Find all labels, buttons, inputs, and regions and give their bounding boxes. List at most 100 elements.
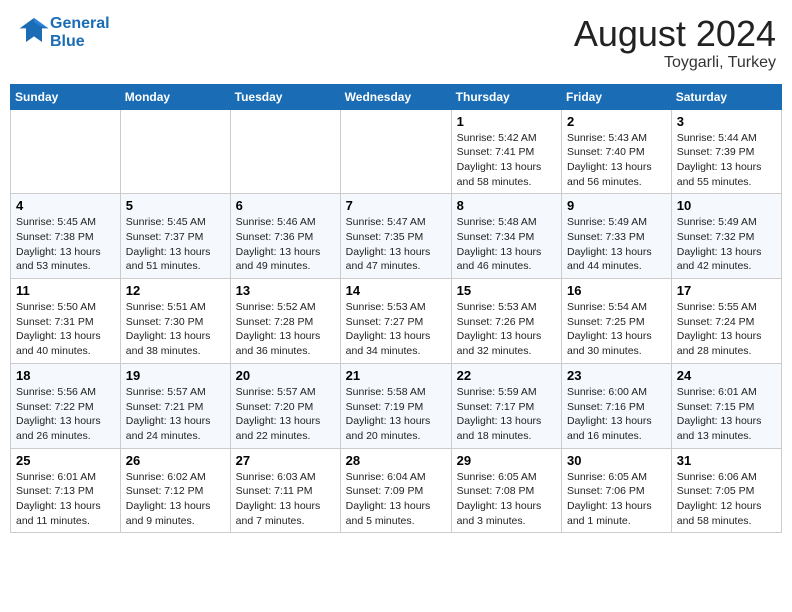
weekday-header: Wednesday — [340, 84, 451, 109]
day-info: Sunrise: 5:48 AM Sunset: 7:34 PM Dayligh… — [457, 215, 556, 274]
day-info: Sunrise: 5:49 AM Sunset: 7:33 PM Dayligh… — [567, 215, 666, 274]
weekday-header: Tuesday — [230, 84, 340, 109]
month-title: August 2024 — [574, 14, 776, 54]
calendar-cell: 31 Sunrise: 6:06 AM Sunset: 7:05 PM Dayli… — [671, 448, 781, 533]
logo-text-general: General — [50, 15, 110, 33]
day-info: Sunrise: 5:58 AM Sunset: 7:19 PM Dayligh… — [346, 385, 446, 444]
calendar-cell: 29Sunrise: 6:05 AM Sunset: 7:08 PM Dayli… — [451, 448, 561, 533]
day-info: Sunrise: 5:56 AM Sunset: 7:22 PM Dayligh… — [16, 385, 115, 444]
day-number: 12 — [126, 283, 225, 298]
day-number: 11 — [16, 283, 115, 298]
calendar-table: SundayMondayTuesdayWednesdayThursdayFrid… — [10, 84, 782, 534]
page-header: General Blue August 2024 Toygarli, Turke… — [10, 10, 782, 76]
calendar-week-row: 18 Sunrise: 5:56 AM Sunset: 7:22 PM Dayli… — [11, 363, 782, 448]
day-number: 7 — [346, 198, 446, 213]
day-info: Sunrise: 5:53 AM Sunset: 7:26 PM Dayligh… — [457, 300, 556, 359]
calendar-cell: 25 Sunrise: 6:01 AM Sunset: 7:13 PM Dayli… — [11, 448, 121, 533]
logo-icon — [18, 14, 50, 46]
day-number: 24 — [677, 368, 776, 383]
day-info: Sunrise: 5:50 AM Sunset: 7:31 PM Dayligh… — [16, 300, 115, 359]
day-info: Sunrise: 6:05 AM Sunset: 7:06 PM Dayligh… — [567, 470, 666, 529]
weekday-header: Friday — [562, 84, 672, 109]
day-info: Sunrise: 5:47 AM Sunset: 7:35 PM Dayligh… — [346, 215, 446, 274]
day-number: 9 — [567, 198, 666, 213]
day-number: 14 — [346, 283, 446, 298]
day-info: Sunrise: 6:01 AM Sunset: 7:13 PM Dayligh… — [16, 470, 115, 529]
day-number: 3 — [677, 114, 776, 129]
day-info: Sunrise: 5:51 AM Sunset: 7:30 PM Dayligh… — [126, 300, 225, 359]
logo: General Blue — [16, 14, 110, 51]
day-info: Sunrise: 5:44 AM Sunset: 7:39 PM Dayligh… — [677, 131, 776, 190]
calendar-cell: 12 Sunrise: 5:51 AM Sunset: 7:30 PM Dayli… — [120, 279, 230, 364]
day-info: Sunrise: 5:57 AM Sunset: 7:21 PM Dayligh… — [126, 385, 225, 444]
calendar-cell — [120, 109, 230, 194]
calendar-cell: 17 Sunrise: 5:55 AM Sunset: 7:24 PM Dayli… — [671, 279, 781, 364]
calendar-cell: 26Sunrise: 6:02 AM Sunset: 7:12 PM Dayli… — [120, 448, 230, 533]
day-info: Sunrise: 5:43 AM Sunset: 7:40 PM Dayligh… — [567, 131, 666, 190]
day-info: Sunrise: 5:45 AM Sunset: 7:37 PM Dayligh… — [126, 215, 225, 274]
day-number: 28 — [346, 453, 446, 468]
day-info: Sunrise: 5:55 AM Sunset: 7:24 PM Dayligh… — [677, 300, 776, 359]
day-info: Sunrise: 6:03 AM Sunset: 7:11 PM Dayligh… — [236, 470, 335, 529]
calendar-cell: 27 Sunrise: 6:03 AM Sunset: 7:11 PM Dayli… — [230, 448, 340, 533]
day-number: 10 — [677, 198, 776, 213]
day-info: Sunrise: 6:01 AM Sunset: 7:15 PM Dayligh… — [677, 385, 776, 444]
day-number: 31 — [677, 453, 776, 468]
weekday-header: Monday — [120, 84, 230, 109]
calendar-cell: 16 Sunrise: 5:54 AM Sunset: 7:25 PM Dayli… — [562, 279, 672, 364]
calendar-week-row: 25 Sunrise: 6:01 AM Sunset: 7:13 PM Dayli… — [11, 448, 782, 533]
day-number: 30 — [567, 453, 666, 468]
calendar-cell: 10Sunrise: 5:49 AM Sunset: 7:32 PM Dayli… — [671, 194, 781, 279]
day-info: Sunrise: 6:04 AM Sunset: 7:09 PM Dayligh… — [346, 470, 446, 529]
calendar-cell: 30 Sunrise: 6:05 AM Sunset: 7:06 PM Dayli… — [562, 448, 672, 533]
day-info: Sunrise: 5:59 AM Sunset: 7:17 PM Dayligh… — [457, 385, 556, 444]
calendar-cell: 4 Sunrise: 5:45 AM Sunset: 7:38 PM Daylig… — [11, 194, 121, 279]
calendar-week-row: 4 Sunrise: 5:45 AM Sunset: 7:38 PM Daylig… — [11, 194, 782, 279]
calendar-cell: 28 Sunrise: 6:04 AM Sunset: 7:09 PM Dayli… — [340, 448, 451, 533]
day-number: 1 — [457, 114, 556, 129]
day-info: Sunrise: 5:42 AM Sunset: 7:41 PM Dayligh… — [457, 131, 556, 190]
weekday-header: Saturday — [671, 84, 781, 109]
day-info: Sunrise: 6:00 AM Sunset: 7:16 PM Dayligh… — [567, 385, 666, 444]
calendar-cell — [340, 109, 451, 194]
day-number: 18 — [16, 368, 115, 383]
calendar-header-row: SundayMondayTuesdayWednesdayThursdayFrid… — [11, 84, 782, 109]
day-info: Sunrise: 6:06 AM Sunset: 7:05 PM Dayligh… — [677, 470, 776, 529]
day-number: 16 — [567, 283, 666, 298]
logo-text-blue: Blue — [50, 33, 110, 51]
day-info: Sunrise: 6:02 AM Sunset: 7:12 PM Dayligh… — [126, 470, 225, 529]
calendar-week-row: 1 Sunrise: 5:42 AM Sunset: 7:41 PM Daylig… — [11, 109, 782, 194]
day-info: Sunrise: 5:45 AM Sunset: 7:38 PM Dayligh… — [16, 215, 115, 274]
day-number: 4 — [16, 198, 115, 213]
day-number: 25 — [16, 453, 115, 468]
day-number: 13 — [236, 283, 335, 298]
calendar-cell: 3 Sunrise: 5:44 AM Sunset: 7:39 PM Daylig… — [671, 109, 781, 194]
location-title: Toygarli, Turkey — [574, 54, 776, 72]
calendar-cell — [230, 109, 340, 194]
calendar-cell: 13 Sunrise: 5:52 AM Sunset: 7:28 PM Dayli… — [230, 279, 340, 364]
calendar-cell: 21 Sunrise: 5:58 AM Sunset: 7:19 PM Dayli… — [340, 363, 451, 448]
day-number: 2 — [567, 114, 666, 129]
weekday-header: Sunday — [11, 84, 121, 109]
day-number: 23 — [567, 368, 666, 383]
day-number: 17 — [677, 283, 776, 298]
day-info: Sunrise: 5:52 AM Sunset: 7:28 PM Dayligh… — [236, 300, 335, 359]
calendar-cell: 2 Sunrise: 5:43 AM Sunset: 7:40 PM Daylig… — [562, 109, 672, 194]
calendar-cell: 5 Sunrise: 5:45 AM Sunset: 7:37 PM Daylig… — [120, 194, 230, 279]
day-number: 20 — [236, 368, 335, 383]
day-number: 5 — [126, 198, 225, 213]
day-info: Sunrise: 5:54 AM Sunset: 7:25 PM Dayligh… — [567, 300, 666, 359]
day-number: 21 — [346, 368, 446, 383]
calendar-cell: 14Sunrise: 5:53 AM Sunset: 7:27 PM Dayli… — [340, 279, 451, 364]
calendar-cell: 19 Sunrise: 5:57 AM Sunset: 7:21 PM Dayli… — [120, 363, 230, 448]
day-number: 15 — [457, 283, 556, 298]
calendar-cell: 15 Sunrise: 5:53 AM Sunset: 7:26 PM Dayli… — [451, 279, 561, 364]
day-number: 8 — [457, 198, 556, 213]
day-number: 6 — [236, 198, 335, 213]
calendar-cell: 24 Sunrise: 6:01 AM Sunset: 7:15 PM Dayli… — [671, 363, 781, 448]
day-number: 19 — [126, 368, 225, 383]
day-number: 27 — [236, 453, 335, 468]
calendar-cell: 7 Sunrise: 5:47 AM Sunset: 7:35 PM Daylig… — [340, 194, 451, 279]
calendar-cell: 9 Sunrise: 5:49 AM Sunset: 7:33 PM Daylig… — [562, 194, 672, 279]
calendar-week-row: 11 Sunrise: 5:50 AM Sunset: 7:31 PM Dayli… — [11, 279, 782, 364]
